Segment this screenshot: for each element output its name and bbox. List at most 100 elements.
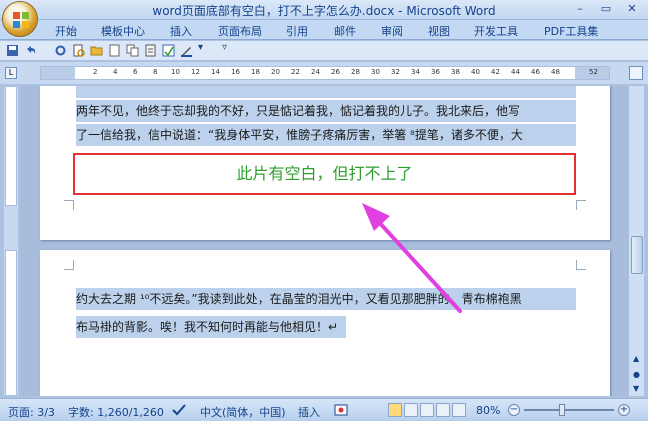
tab-template-center[interactable]: 模板中心 (101, 23, 145, 39)
redo-icon[interactable] (54, 44, 67, 57)
office-logo-icon (13, 12, 29, 28)
annotation-text: 此片有空白，但打不上了 (236, 164, 413, 183)
zoom-out-button[interactable]: − (508, 404, 520, 416)
print-preview-icon[interactable] (72, 44, 85, 57)
close-button[interactable]: ✕ (620, 1, 644, 17)
vertical-ruler-page1 (5, 86, 17, 206)
full-screen-reading-view-button[interactable] (404, 403, 418, 417)
ruler-number: 34 (411, 68, 420, 76)
web-layout-view-button[interactable] (420, 403, 434, 417)
ruler-number: 16 (231, 68, 240, 76)
ruler-number: 6 (133, 68, 138, 76)
vertical-ruler[interactable] (4, 86, 18, 396)
tab-page-layout[interactable]: 页面布局 (218, 23, 262, 39)
ruler-number: 36 (431, 68, 440, 76)
customize-toolbar-icon[interactable]: ▿ (222, 42, 235, 55)
ruler-number: 12 (191, 68, 200, 76)
language-indicator[interactable]: 中文(简体，中国) (200, 404, 286, 420)
proofing-check-icon[interactable] (172, 404, 186, 416)
ruler-left-margin (41, 67, 75, 79)
maximize-button[interactable]: ▭ (594, 1, 618, 17)
ruler-number: 48 (551, 68, 560, 76)
ruler-number: 14 (211, 68, 220, 76)
tab-stop-selector[interactable]: L (5, 67, 17, 79)
ruler-number: 18 (251, 68, 260, 76)
ruler-number: 22 (291, 68, 300, 76)
page-2[interactable]: 两年不见，他终于忘却我的不好，只是惦记着我，惦记着我的儿子。我北来后，他写 了一… (40, 86, 610, 240)
ruler-number: 26 (331, 68, 340, 76)
draw-pen-icon[interactable] (180, 44, 193, 57)
ruler-number: 8 (153, 68, 158, 76)
vertical-ruler-page2 (5, 250, 17, 396)
undo-icon[interactable] (24, 44, 37, 57)
ruler-number: 38 (451, 68, 460, 76)
view-ruler-icon[interactable] (629, 66, 643, 80)
ruler-number: 20 (271, 68, 280, 76)
ruler-number: 42 (491, 68, 500, 76)
ruler-number: 52 (589, 68, 598, 76)
document-area[interactable]: 两年不见，他终于忘却我的不好，只是惦记着我，惦记着我的儿子。我北来后，他写 了一… (20, 86, 628, 396)
print-layout-view-button[interactable] (388, 403, 402, 417)
blank-area-annotation: 此片有空白，但打不上了 (73, 153, 576, 195)
ruler-number: 44 (511, 68, 520, 76)
ruler-number: 2 (93, 68, 98, 76)
ruler-number: 32 (391, 68, 400, 76)
browse-object-icon[interactable]: ● (633, 370, 640, 379)
vertical-scrollbar[interactable]: ▲ ● ▼ (628, 86, 644, 396)
ruler-number: 10 (171, 68, 180, 76)
minimize-button[interactable]: – (568, 1, 592, 17)
spelling-check-icon[interactable] (162, 44, 175, 57)
zoom-level[interactable]: 80% (476, 404, 500, 417)
corner-mark (576, 200, 586, 210)
tab-insert[interactable]: 插入 (170, 23, 192, 39)
horizontal-ruler[interactable]: 2 4 6 8 10 12 14 16 18 20 22 24 26 28 30… (40, 66, 610, 80)
previous-page-icon[interactable]: ▲ (633, 354, 639, 363)
macro-recording-icon[interactable] (334, 404, 348, 416)
ruler-number: 4 (113, 68, 118, 76)
zoom-slider-knob[interactable] (559, 404, 565, 416)
save-icon[interactable] (6, 44, 19, 57)
tab-view[interactable]: 视图 (428, 23, 450, 39)
tab-review[interactable]: 审阅 (381, 23, 403, 39)
status-bar: 页面: 3/3 字数: 1,260/1,260 中文(简体，中国) 插入 80%… (0, 398, 648, 421)
tab-references[interactable]: 引用 (286, 23, 308, 39)
ruler-number: 46 (531, 68, 540, 76)
scroll-thumb[interactable] (631, 236, 643, 274)
outline-view-button[interactable] (436, 403, 450, 417)
text-line[interactable]: 两年不见，他终于忘却我的不好，只是惦记着我，惦记着我的儿子。我北来后，他写 (76, 100, 576, 122)
word-count[interactable]: 字数: 1,260/1,260 (68, 404, 164, 420)
zoom-in-button[interactable]: + (618, 404, 630, 416)
ruler-number: 28 (351, 68, 360, 76)
ruler-number: 40 (471, 68, 480, 76)
corner-mark (576, 260, 586, 270)
insert-mode[interactable]: 插入 (298, 404, 320, 420)
ribbon-tabs: 开始 模板中心 插入 页面布局 引用 邮件 审阅 视图 开发工具 PDF工具集 (0, 20, 648, 40)
page-3[interactable]: 约大去之期 ¹⁰不远矣。”我读到此处，在晶莹的泪光中，又看见那肥胖的、青布棉袍黑… (40, 250, 610, 396)
zoom-slider-track[interactable] (524, 409, 614, 411)
text-line[interactable]: 约大去之期 ¹⁰不远矣。”我读到此处，在晶莹的泪光中，又看见那肥胖的、青布棉袍黑 (76, 288, 576, 310)
window-title: word页面底部有空白，打不上字怎么办.docx - Microsoft Wor… (152, 4, 496, 18)
title-bar: word页面底部有空白，打不上字怎么办.docx - Microsoft Wor… (0, 0, 648, 20)
tab-pdf-tools[interactable]: PDF工具集 (544, 23, 598, 39)
corner-mark (64, 260, 74, 270)
text-line-top (76, 86, 576, 98)
dropdown-arrow-icon[interactable]: ▾ (198, 42, 211, 55)
tab-home[interactable]: 开始 (55, 23, 77, 39)
ruler-row: L 2 4 6 8 10 12 14 16 18 20 22 24 26 28 … (0, 62, 648, 84)
draft-view-button[interactable] (452, 403, 466, 417)
window-controls: – ▭ ✕ (568, 1, 644, 17)
open-folder-icon[interactable] (90, 44, 103, 57)
tab-developer[interactable]: 开发工具 (474, 23, 518, 39)
text-line[interactable]: 了一信给我，信中说道：“我身体平安，惟膀子疼痛厉害，举箸 ⁸提笔，诸多不便，大 (76, 124, 576, 146)
new-document-icon[interactable] (108, 44, 121, 57)
office-button[interactable] (2, 1, 38, 37)
page-count[interactable]: 页面: 3/3 (8, 404, 55, 420)
ruler-number: 24 (311, 68, 320, 76)
file-icon[interactable] (144, 44, 157, 57)
tab-mailings[interactable]: 邮件 (334, 23, 356, 39)
ruler-number: 30 (371, 68, 380, 76)
corner-mark (64, 200, 74, 210)
text-line[interactable]: 布马褂的背影。唉！我不知何时再能与他相见！↵ (76, 316, 346, 338)
copy-icon[interactable] (126, 44, 139, 57)
next-page-icon[interactable]: ▼ (633, 384, 639, 393)
